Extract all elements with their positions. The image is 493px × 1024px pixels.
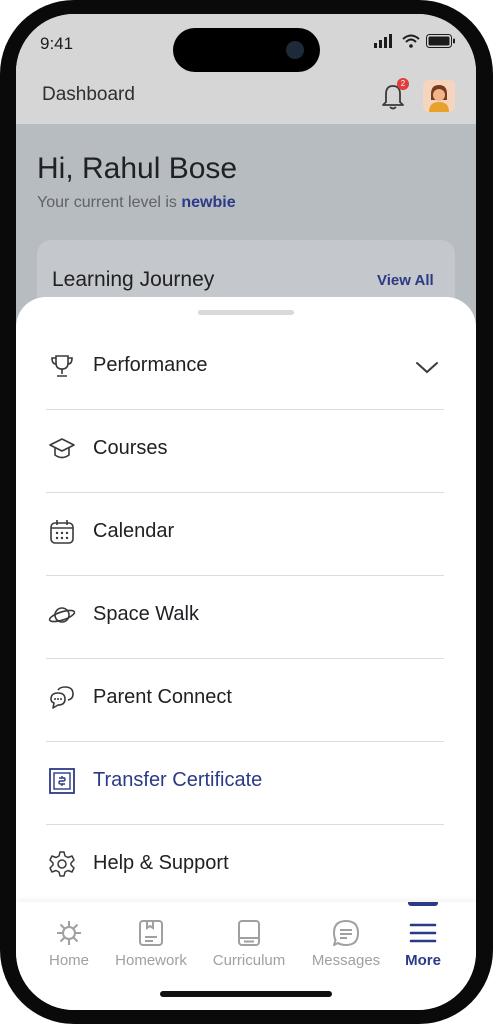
certificate-icon bbox=[49, 768, 75, 794]
wifi-icon bbox=[402, 34, 420, 48]
status-time: 9:41 bbox=[40, 34, 74, 53]
more-menu-sheet: Performance Courses Calendar Space Walk … bbox=[16, 297, 476, 917]
level-prefix: Your current level is bbox=[37, 194, 182, 211]
menu-item-label: Parent Connect bbox=[93, 686, 232, 708]
homework-icon bbox=[139, 920, 163, 946]
graduation-cap-icon bbox=[49, 438, 75, 459]
tab-more[interactable]: More bbox=[378, 918, 468, 978]
power-button bbox=[489, 320, 493, 430]
tab-home[interactable]: Home bbox=[24, 918, 114, 978]
level-value: newbie bbox=[181, 194, 236, 211]
tab-curriculum[interactable]: Curriculum bbox=[204, 918, 294, 978]
camera-icon bbox=[286, 41, 304, 59]
battery-icon bbox=[426, 34, 455, 48]
menu-item-label: Help & Support bbox=[93, 852, 229, 874]
menu-item-help-support[interactable]: Help & Support bbox=[16, 824, 476, 907]
avatar-image bbox=[423, 80, 455, 112]
avatar[interactable] bbox=[423, 80, 455, 112]
tab-label: More bbox=[405, 952, 441, 969]
planet-icon bbox=[48, 607, 76, 623]
menu-item-calendar[interactable]: Calendar bbox=[16, 492, 476, 575]
chevron-down-icon[interactable] bbox=[414, 354, 440, 380]
menu-icon bbox=[409, 923, 437, 943]
menu-item-transfer-certificate[interactable]: Transfer Certificate bbox=[16, 741, 476, 824]
tab-label: Home bbox=[48, 952, 89, 969]
active-tab-indicator bbox=[408, 902, 438, 906]
home-indicator[interactable] bbox=[160, 991, 332, 997]
tab-label: Homework bbox=[115, 952, 187, 969]
status-icons bbox=[374, 34, 456, 48]
learning-journey-title: Learning Journey bbox=[52, 268, 215, 291]
menu-item-performance[interactable]: Performance bbox=[16, 326, 476, 409]
phone-screen: 9:41 Dashboard 2 Hi, Rahul Bose Your cur… bbox=[16, 14, 476, 1010]
level-text: Your current level is newbie bbox=[37, 194, 236, 212]
tab-label: Curriculum bbox=[212, 952, 286, 969]
gear-icon bbox=[49, 851, 75, 877]
volume-down-button bbox=[0, 340, 4, 410]
menu-item-label: Transfer Certificate bbox=[93, 769, 263, 791]
volume-up-button bbox=[0, 250, 4, 320]
menu-item-parent-connect[interactable]: Parent Connect bbox=[16, 658, 476, 741]
message-icon bbox=[333, 920, 359, 946]
page-title: Dashboard bbox=[42, 84, 135, 105]
view-all-link[interactable]: View All bbox=[377, 272, 434, 289]
sheet-drag-handle[interactable] bbox=[198, 310, 294, 315]
trophy-icon bbox=[51, 355, 73, 377]
calendar-icon bbox=[50, 520, 74, 544]
chat-bubbles-icon bbox=[50, 686, 74, 709]
side-button bbox=[0, 190, 4, 226]
menu-item-courses[interactable]: Courses bbox=[16, 409, 476, 492]
dynamic-island bbox=[173, 28, 320, 72]
notification-badge: 2 bbox=[397, 78, 409, 90]
menu-item-label: Courses bbox=[93, 437, 168, 459]
menu-item-label: Performance bbox=[93, 354, 208, 376]
book-icon bbox=[238, 920, 260, 946]
menu-item-space-walk[interactable]: Space Walk bbox=[16, 575, 476, 658]
menu-item-label: Calendar bbox=[93, 520, 175, 542]
menu-item-label: Space Walk bbox=[93, 603, 199, 625]
signal-icon bbox=[374, 34, 392, 48]
greeting-heading: Hi, Rahul Bose bbox=[37, 152, 238, 185]
tab-homework[interactable]: Homework bbox=[106, 918, 196, 978]
home-icon bbox=[57, 921, 81, 945]
